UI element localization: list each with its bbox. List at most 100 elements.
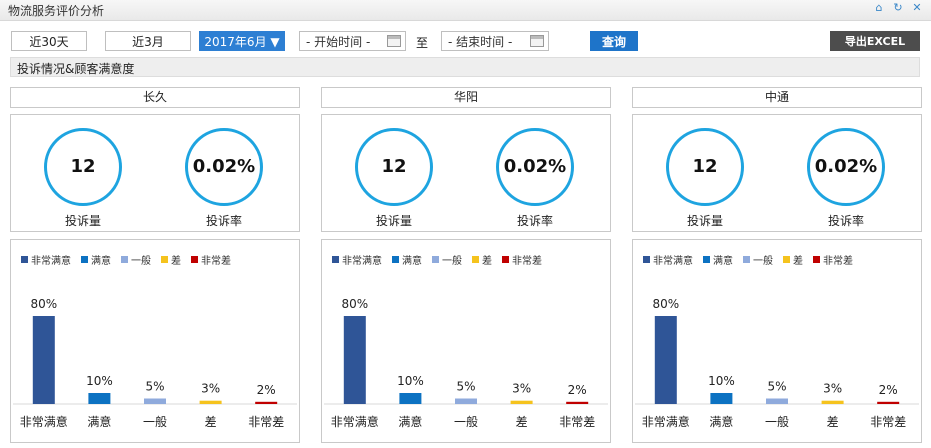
legend-label: 差 bbox=[171, 256, 181, 267]
start-date-input[interactable]: - 开始时间 - bbox=[299, 31, 406, 51]
carrier-name: 长久 bbox=[10, 87, 300, 108]
legend-item: 非常满意 bbox=[21, 252, 71, 267]
category-label: 满意 bbox=[398, 414, 422, 429]
complaint-stats: 12 投诉量 0.02% 投诉率 bbox=[10, 114, 300, 232]
legend-swatch bbox=[81, 256, 88, 263]
search-button[interactable]: 查询 bbox=[590, 31, 638, 51]
bar bbox=[710, 393, 733, 404]
legend-item: 满意 bbox=[392, 252, 422, 267]
category-label: 一般 bbox=[765, 414, 789, 429]
bar-value-label: 10% bbox=[708, 374, 735, 388]
legend-swatch bbox=[643, 256, 650, 263]
bar bbox=[654, 316, 677, 404]
bar-value-label: 2% bbox=[879, 383, 898, 397]
home-icon[interactable]: ⌂ bbox=[873, 2, 885, 14]
legend-item: 差 bbox=[472, 252, 492, 267]
legend-item: 一般 bbox=[432, 252, 462, 267]
category-label: 一般 bbox=[143, 414, 167, 429]
legend-item: 满意 bbox=[703, 252, 733, 267]
bar bbox=[343, 316, 366, 404]
legend-item: 非常差 bbox=[813, 252, 853, 267]
bar-value-label: 10% bbox=[86, 374, 113, 388]
section-title: 投诉情况&顾客满意度 bbox=[17, 62, 135, 76]
end-date-placeholder: - 结束时间 - bbox=[448, 35, 513, 49]
category-label: 一般 bbox=[454, 414, 478, 429]
bar bbox=[455, 398, 477, 404]
calendar-icon[interactable] bbox=[530, 35, 544, 47]
bar-value-label: 5% bbox=[456, 380, 475, 394]
bar bbox=[88, 393, 111, 404]
legend-item: 一般 bbox=[743, 252, 773, 267]
legend-label: 差 bbox=[482, 256, 492, 267]
chart-legend: 非常满意 满意 一般 差 非常差 bbox=[332, 252, 542, 267]
legend-swatch bbox=[472, 256, 479, 263]
category-label: 满意 bbox=[87, 414, 111, 429]
legend-swatch bbox=[191, 256, 198, 263]
bar-chart: 80% 非常满意 10% 满意 5% 一般 3% 差 2% 非常差 bbox=[13, 297, 297, 429]
legend-swatch bbox=[21, 256, 28, 263]
end-date-input[interactable]: - 结束时间 - bbox=[441, 31, 549, 51]
window-title: 物流服务评价分析 bbox=[8, 4, 105, 18]
calendar-icon[interactable] bbox=[387, 35, 401, 47]
close-icon[interactable]: ✕ bbox=[911, 2, 923, 14]
legend-label: 差 bbox=[793, 256, 803, 267]
section-header: 投诉情况&顾客满意度 bbox=[10, 57, 920, 77]
bar-value-label: 5% bbox=[145, 380, 164, 394]
legend-item: 一般 bbox=[121, 252, 151, 267]
legend-label: 满意 bbox=[91, 256, 111, 267]
category-label: 差 bbox=[827, 415, 839, 429]
filter-toolbar: 近30天 近3月 2017年6月 ▼ - 开始时间 - 至 - 结束时间 - 查… bbox=[0, 28, 931, 52]
category-label: 满意 bbox=[709, 414, 733, 429]
legend-swatch bbox=[783, 256, 790, 263]
legend-swatch bbox=[432, 256, 439, 263]
bar-value-label: 80% bbox=[341, 297, 368, 311]
carrier-name: 中通 bbox=[632, 87, 922, 108]
export-excel-button[interactable]: 导出EXCEL bbox=[830, 31, 920, 51]
carrier-name: 华阳 bbox=[321, 87, 611, 108]
month-select[interactable]: 2017年6月 ▼ bbox=[199, 31, 285, 51]
legend-swatch bbox=[743, 256, 750, 263]
legend-item: 非常差 bbox=[502, 252, 542, 267]
last-30-days-button[interactable]: 近30天 bbox=[11, 31, 87, 51]
legend-label: 非常满意 bbox=[342, 256, 382, 267]
category-label: 非常差 bbox=[559, 415, 595, 429]
legend-item: 非常满意 bbox=[332, 252, 382, 267]
bar bbox=[144, 398, 166, 404]
complaint-count-ring: 12 bbox=[44, 128, 122, 206]
complaint-count-label: 投诉量 bbox=[375, 214, 412, 228]
legend-label: 非常差 bbox=[512, 256, 542, 267]
bar bbox=[566, 401, 589, 404]
bar bbox=[199, 400, 222, 404]
complaint-count-ring: 12 bbox=[666, 128, 744, 206]
legend-label: 一般 bbox=[131, 256, 151, 267]
complaint-count-ring: 12 bbox=[355, 128, 433, 206]
bar-value-label: 10% bbox=[397, 374, 424, 388]
bar-chart: 80% 非常满意 10% 满意 5% 一般 3% 差 2% 非常差 bbox=[324, 297, 608, 429]
bar bbox=[821, 400, 844, 404]
bar bbox=[766, 398, 788, 404]
category-label: 差 bbox=[516, 415, 528, 429]
satisfaction-chart: 非常满意 满意 一般 差 非常差 80% 非常满意 10% 满意 5% 一般 3% 差 2% 非常… bbox=[632, 239, 922, 443]
legend-swatch bbox=[502, 256, 509, 263]
complaint-rate-label: 投诉率 bbox=[516, 214, 553, 228]
bar-value-label: 2% bbox=[568, 383, 587, 397]
bar-value-label: 5% bbox=[767, 380, 786, 394]
bar-value-label: 3% bbox=[201, 382, 220, 396]
legend-swatch bbox=[392, 256, 399, 263]
legend-swatch bbox=[121, 256, 128, 263]
window-controls: ⌂ ↻ ✕ bbox=[873, 2, 923, 14]
category-label: 非常差 bbox=[870, 415, 906, 429]
bar-chart: 80% 非常满意 10% 满意 5% 一般 3% 差 2% 非常差 bbox=[635, 297, 919, 429]
legend-label: 非常满意 bbox=[653, 256, 693, 267]
legend-item: 非常满意 bbox=[643, 252, 693, 267]
complaint-rate-ring: 0.02% bbox=[496, 128, 574, 206]
category-label: 非常满意 bbox=[642, 414, 690, 429]
refresh-icon[interactable]: ↻ bbox=[892, 2, 904, 14]
legend-item: 差 bbox=[783, 252, 803, 267]
complaint-rate-label: 投诉率 bbox=[205, 214, 242, 228]
last-3-months-button[interactable]: 近3月 bbox=[105, 31, 191, 51]
start-date-placeholder: - 开始时间 - bbox=[306, 35, 371, 49]
chart-legend: 非常满意 满意 一般 差 非常差 bbox=[643, 252, 853, 267]
bar bbox=[877, 401, 900, 404]
satisfaction-chart: 非常满意 满意 一般 差 非常差 80% 非常满意 10% 满意 5% 一般 3% 差 2% 非常… bbox=[321, 239, 611, 443]
